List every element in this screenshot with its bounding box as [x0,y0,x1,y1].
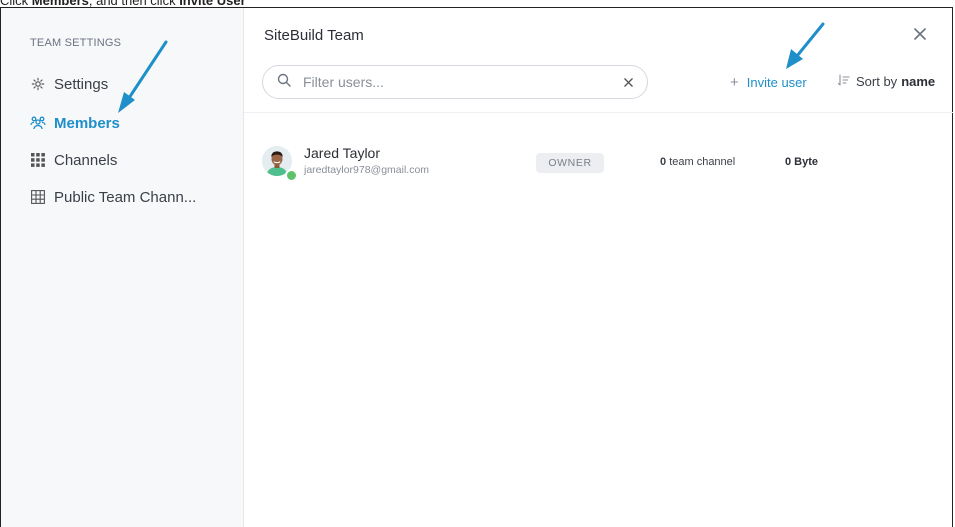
sort-label: Sort by [856,74,898,89]
main-panel: SiteBuild Team + Invite user Sort by nam… [244,8,953,527]
sidebar-item-members[interactable]: Members [30,112,120,134]
sidebar-item-label: Settings [54,75,109,93]
close-icon [623,77,633,87]
users-icon [30,115,46,131]
invite-user-label: Invite user [746,75,807,90]
table-icon [30,189,46,205]
table-row: Jared Taylor jaredtaylor978@gmail.com OW… [262,144,942,184]
storage-size: 0 Byte [785,156,819,168]
team-channel-count: 0 team channel [660,156,736,168]
sidebar-item-channels[interactable]: Channels [30,149,117,171]
gear-icon [30,76,46,92]
sidebar-item-label: Public Team Chann... [54,188,197,206]
sort-icon [837,74,850,89]
close-button[interactable] [910,26,930,46]
clear-search-button[interactable] [621,75,635,89]
sidebar-item-settings[interactable]: Settings [30,73,108,95]
plus-icon: + [730,74,739,91]
grid-icon [30,152,46,168]
online-status-indicator [285,169,298,182]
sidebar: TEAM SETTINGS Settings Members Channels … [1,8,244,527]
sidebar-item-label: Channels [54,151,118,169]
role-badge: OWNER [536,153,604,173]
sort-value: name [901,74,936,89]
page-title: SiteBuild Team [264,27,364,44]
search-box [262,65,648,99]
close-icon [914,27,926,45]
member-email: jaredtaylor978@gmail.com [304,164,430,176]
sidebar-item-label: Members [54,114,120,132]
search-input[interactable] [301,73,621,91]
sidebar-item-public-team-channels[interactable]: Public Team Chann... [30,186,196,208]
member-name: Jared Taylor [304,145,381,161]
sidebar-heading: TEAM SETTINGS [30,37,122,49]
search-icon [277,73,291,92]
sort-button[interactable]: Sort by name [837,74,936,89]
divider [244,112,953,113]
invite-user-button[interactable]: + Invite user [730,74,807,91]
